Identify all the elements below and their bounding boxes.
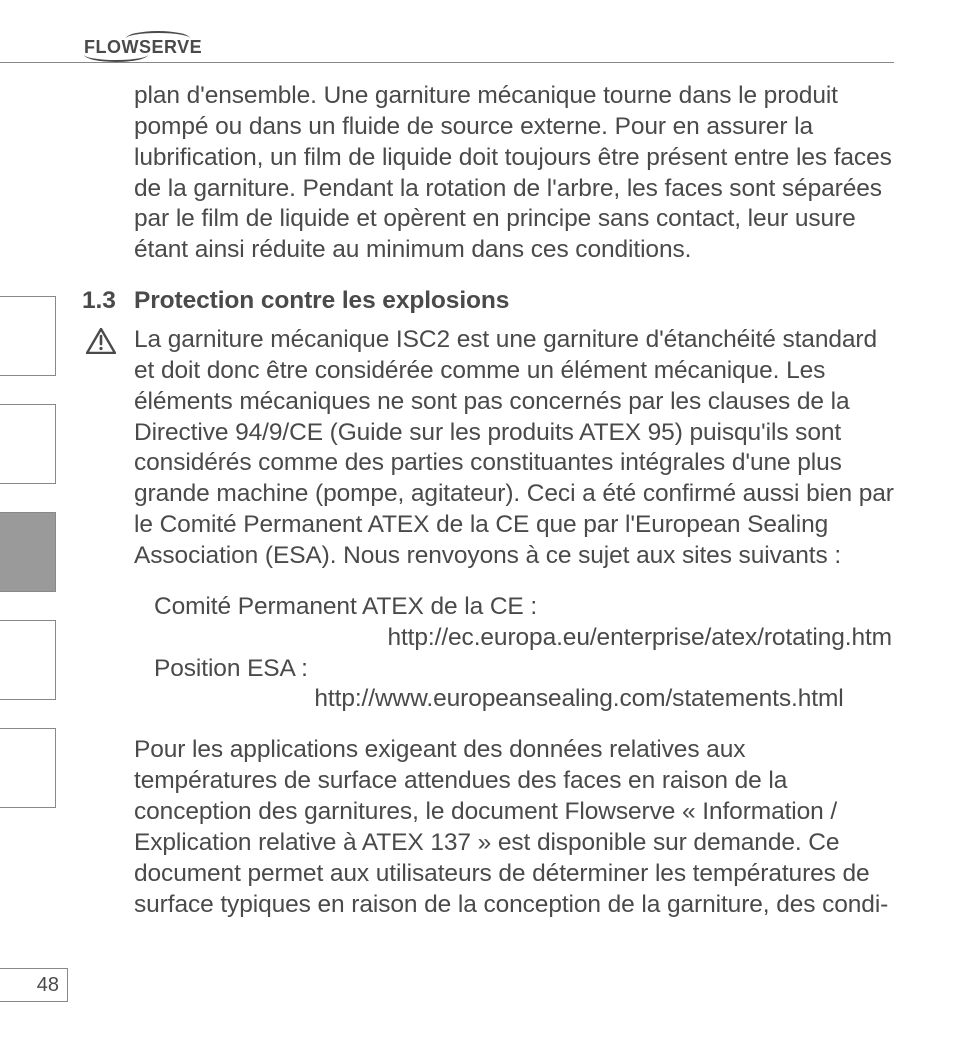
page-header: FLOWSERVE — [0, 38, 894, 63]
reference-url-2: http://www.europeansealing.com/statement… — [154, 684, 894, 715]
section-paragraph-1: La garniture mécanique ISC2 est une garn… — [134, 325, 894, 572]
side-tab-1[interactable] — [0, 296, 56, 376]
side-tab-2[interactable] — [0, 404, 56, 484]
side-tab-5[interactable] — [0, 728, 56, 808]
page-number-box: 48 — [0, 968, 68, 1002]
logo-arc-top — [126, 31, 190, 43]
reference-label-1: Comité Permanent ATEX de la CE : — [154, 592, 894, 623]
body-content: plan d'ensemble. Une garniture mécanique… — [0, 81, 894, 920]
page-number: 48 — [37, 974, 59, 997]
reference-block: Comité Permanent ATEX de la CE : http://… — [134, 592, 894, 715]
logo-arc-bottom — [84, 50, 148, 62]
flowserve-logo: FLOWSERVE — [84, 38, 202, 56]
section-paragraph-2: Pour les applications exigeant des donné… — [134, 735, 894, 920]
reference-label-2: Position ESA : — [154, 654, 894, 685]
side-tabs — [0, 296, 60, 836]
section-title: Protection contre les explosions — [82, 287, 509, 314]
section-heading-row: 1.3 Protection contre les explosions — [82, 286, 894, 317]
section-number: 1.3 — [82, 286, 116, 317]
intro-paragraph: plan d'ensemble. Une garniture mécanique… — [134, 81, 894, 266]
warning-paragraph-row: La garniture mécanique ISC2 est une garn… — [134, 325, 894, 572]
reference-url-1: http://ec.europa.eu/enterprise/atex/rota… — [154, 623, 894, 654]
warning-triangle-icon — [86, 328, 116, 363]
side-tab-4[interactable] — [0, 620, 56, 700]
side-tab-3[interactable] — [0, 512, 56, 592]
page-container: FLOWSERVE plan d'ensemble. Une garniture… — [0, 0, 954, 1042]
